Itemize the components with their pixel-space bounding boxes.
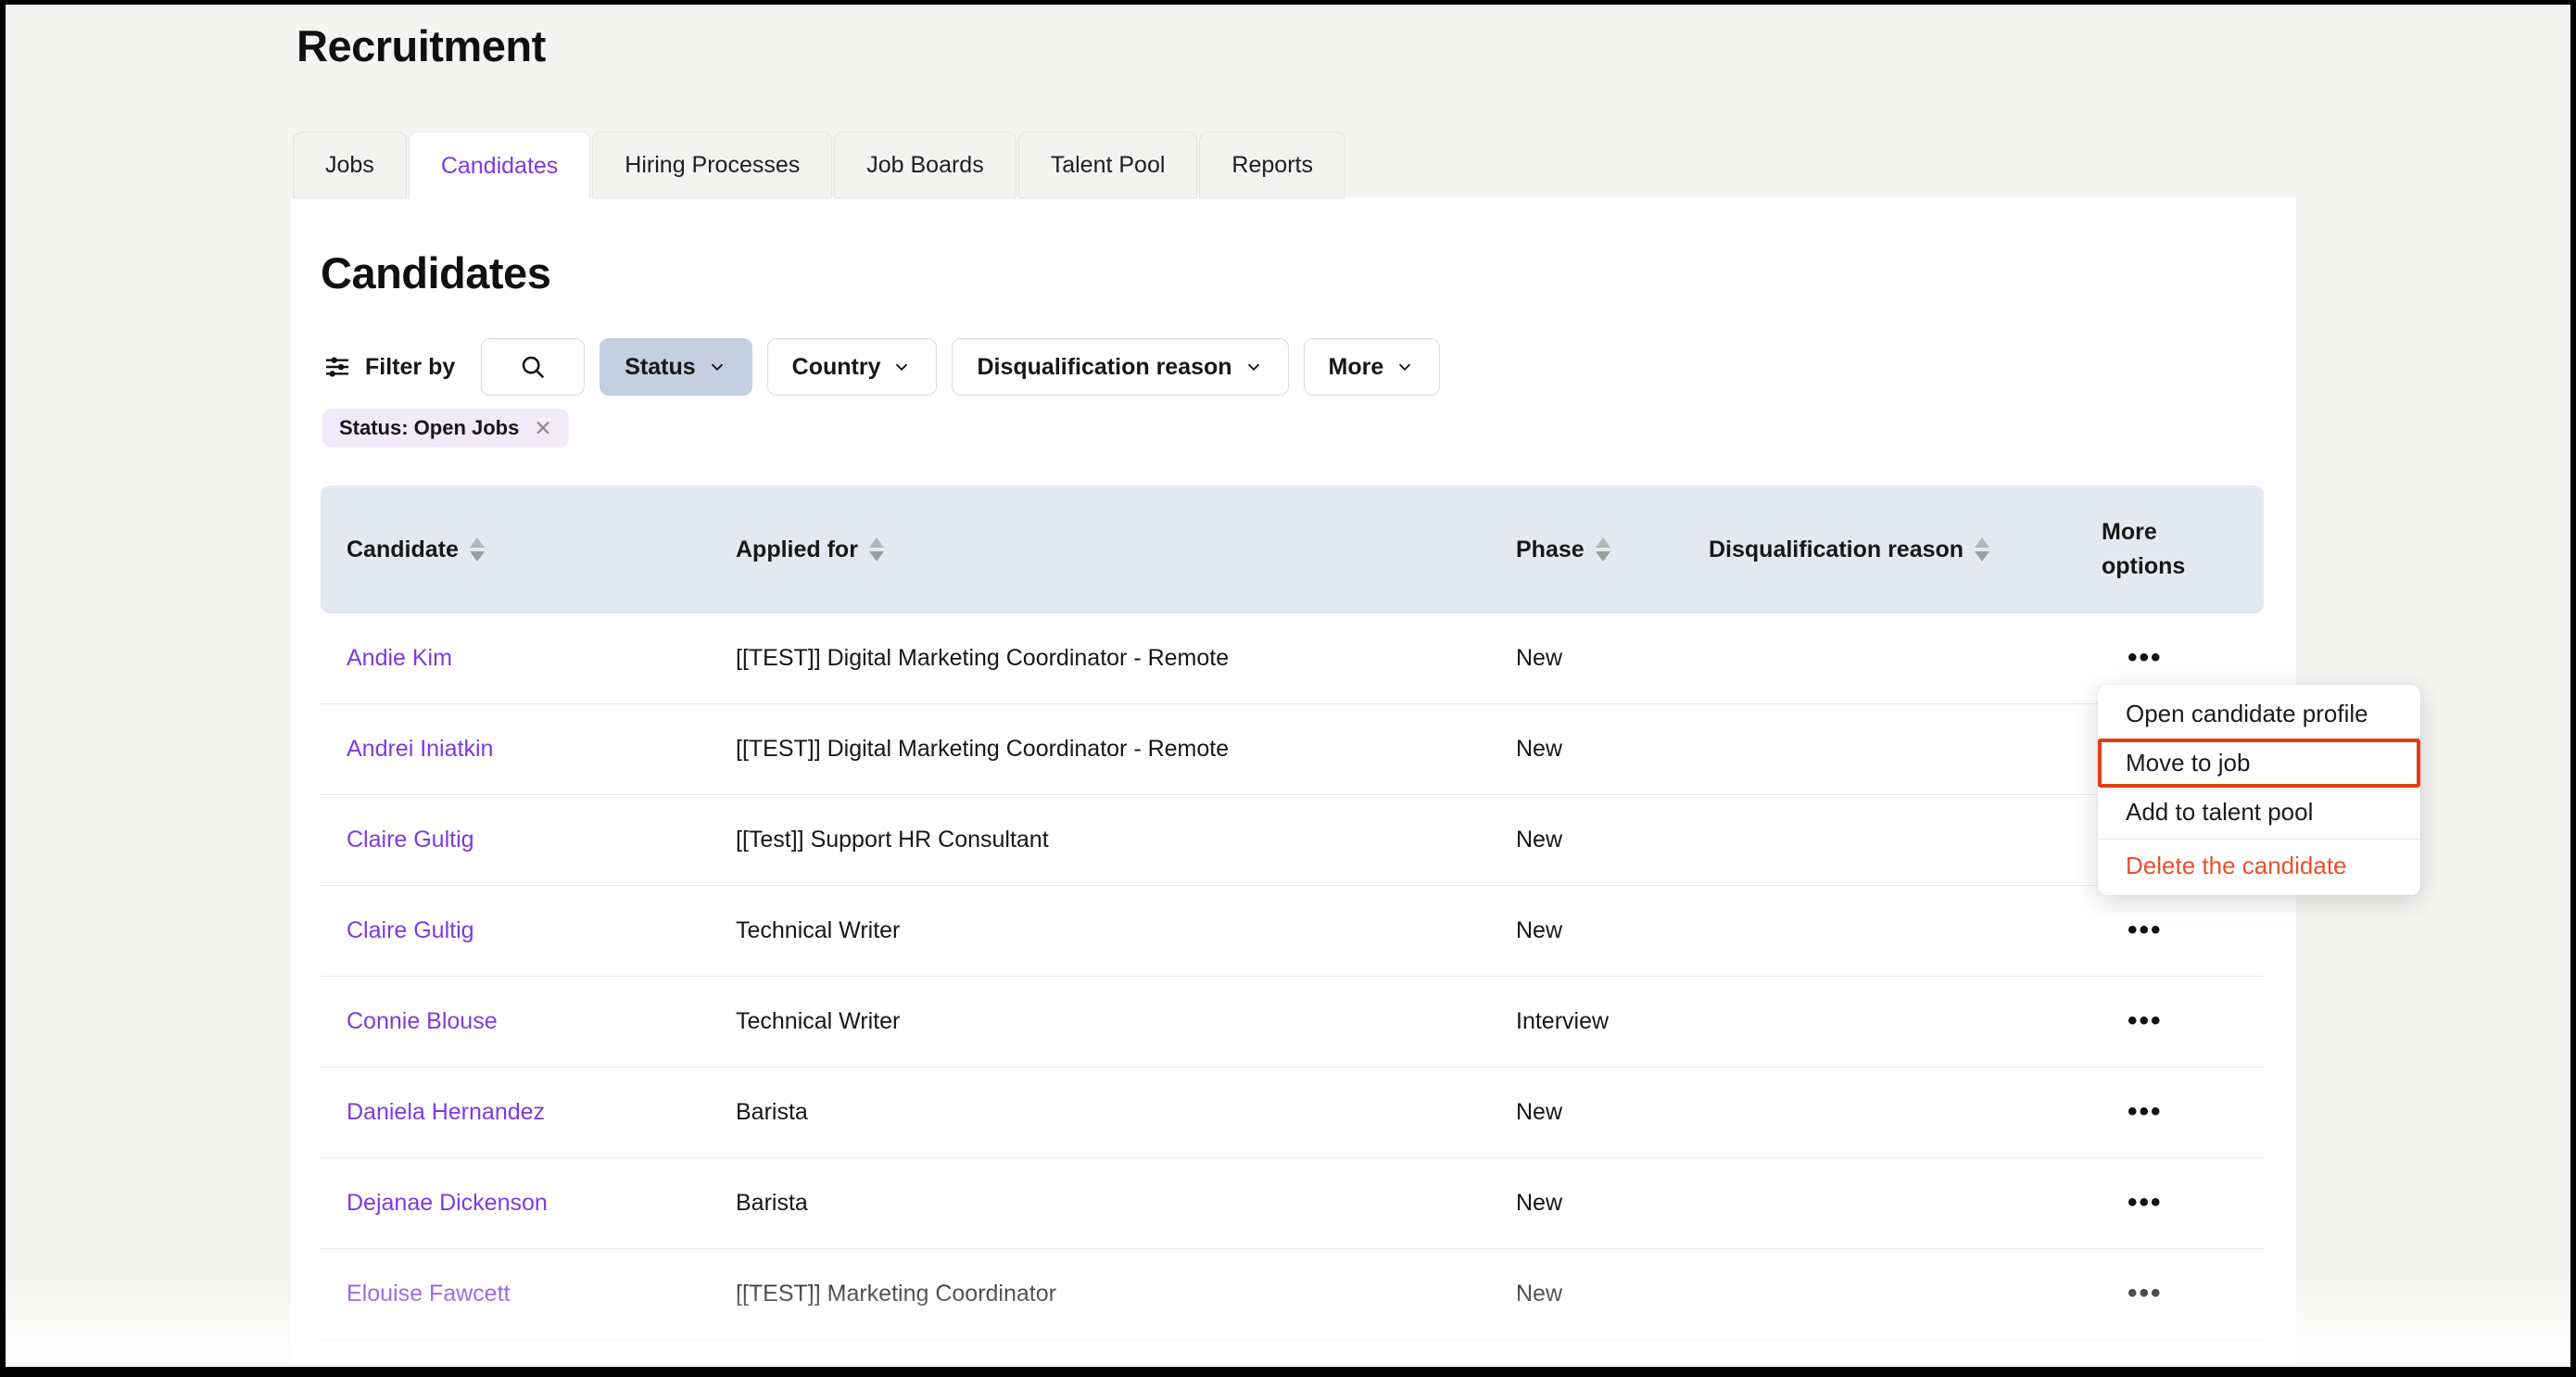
content-panel: Candidates Filter by Status [291,197,2296,1377]
search-button[interactable] [481,338,585,396]
column-label: Candidate [347,537,459,563]
candidate-link[interactable]: Daniela Hernandez [347,1099,545,1125]
phase-cell: Interview [1516,1008,1709,1035]
section-heading: Candidates [321,247,550,298]
active-filters: Status: Open Jobs ✕ [322,409,569,448]
sort-icon[interactable] [869,537,884,562]
more-options-button[interactable]: ••• [2128,1098,2163,1126]
more-options-button[interactable]: ••• [2128,1189,2163,1217]
more-options-button[interactable]: ••• [2128,1280,2163,1308]
filter-status-label: Status [625,354,695,381]
chip-label: Status: Open Jobs [339,416,519,440]
filter-more-button[interactable]: More [1304,338,1441,396]
phase-cell: New [1516,1190,1709,1217]
column-label: Disqualification reason [1709,537,1964,563]
candidate-link[interactable]: Andie Kim [347,645,452,671]
column-header-applied-for[interactable]: Applied for [736,537,1516,563]
more-options-button[interactable]: ••• [2128,1007,2163,1035]
filter-status-button[interactable]: Status [600,338,751,396]
candidate-link[interactable]: Andrei Iniatkin [347,736,493,762]
filter-disqualification-reason-button[interactable]: Disqualification reason [952,338,1288,396]
applied-for-cell: Barista [736,1099,1516,1126]
tab-reports[interactable]: Reports [1199,132,1345,198]
tab-candidates[interactable]: Candidates [409,132,590,199]
page-title: Recruitment [297,20,546,71]
search-icon [519,353,547,381]
applied-for-cell: [[TEST]] Digital Marketing Coordinator -… [736,736,1516,763]
table-row: Claire Gultig [[Test]] Support HR Consul… [321,795,2264,886]
table-header: Candidate Applied for Phase Disqualifica… [321,486,2264,613]
candidate-link[interactable]: Connie Blouse [347,1008,498,1034]
column-label: More options [2102,515,2222,585]
candidate-link[interactable]: Claire Gultig [347,917,474,943]
filter-country-button[interactable]: Country [767,338,938,396]
menu-item-move-to-job[interactable]: Move to job [2098,739,2420,788]
more-options-button[interactable]: ••• [2128,644,2163,672]
table-row: Andrei Iniatkin [[TEST]] Digital Marketi… [321,704,2264,795]
phase-cell: New [1516,1099,1709,1126]
column-label: Phase [1516,537,1585,563]
more-options-button[interactable]: ••• [2128,916,2163,944]
table-row: Dejanae Dickenson Barista New ••• [321,1158,2264,1249]
applied-for-cell: [[Test]] Support HR Consultant [736,827,1516,853]
chevron-down-icon [707,357,727,377]
tab-job-boards[interactable]: Job Boards [834,132,1016,198]
filter-disqualification-reason-label: Disqualification reason [977,354,1231,381]
sort-icon[interactable] [1596,537,1610,562]
filter-country-label: Country [792,354,881,381]
table-row: Connie Blouse Technical Writer Interview… [321,977,2264,1067]
menu-item-delete-the-candidate[interactable]: Delete the candidate [2098,841,2420,891]
candidates-table: Candidate Applied for Phase Disqualifica… [321,486,2264,1340]
filter-more-label: More [1329,354,1384,381]
active-filter-chip[interactable]: Status: Open Jobs ✕ [322,409,569,448]
chevron-down-icon [1244,357,1264,377]
table-row: Claire Gultig Technical Writer New ••• [321,886,2264,977]
applied-for-cell: [[TEST]] Digital Marketing Coordinator -… [736,645,1516,672]
menu-item-open-candidate-profile[interactable]: Open candidate profile [2098,689,2420,739]
column-header-disqualification-reason[interactable]: Disqualification reason [1709,537,2102,563]
menu-divider [2098,839,2420,840]
table-row: Elouise Fawcett [[TEST]] Marketing Coord… [321,1249,2264,1340]
tab-hiring-processes[interactable]: Hiring Processes [592,132,832,198]
filter-by: Filter by [322,352,455,382]
phase-cell: New [1516,645,1709,672]
tab-talent-pool[interactable]: Talent Pool [1018,132,1198,198]
column-label: Applied for [736,537,858,563]
applied-for-cell: [[TEST]] Marketing Coordinator [736,1281,1516,1308]
chevron-down-icon [1395,357,1415,377]
chevron-down-icon [891,357,912,377]
sort-icon[interactable] [470,537,485,562]
close-icon[interactable]: ✕ [534,416,551,441]
phase-cell: New [1516,917,1709,944]
sort-icon[interactable] [1975,537,1989,562]
filter-by-label: Filter by [365,354,455,381]
tab-jobs[interactable]: Jobs [293,132,407,198]
table-row: Andie Kim [[TEST]] Digital Marketing Coo… [321,613,2264,704]
applied-for-cell: Technical Writer [736,917,1516,944]
column-header-more-options: More options [2102,515,2264,585]
table-body: Andie Kim [[TEST]] Digital Marketing Coo… [321,613,2264,1340]
applied-for-cell: Technical Writer [736,1008,1516,1035]
context-menu: Open candidate profile Move to job Add t… [2098,685,2420,895]
filter-toolbar: Filter by Status Country Disqualificatio… [322,338,1440,396]
tab-bar: Jobs Candidates Hiring Processes Job Boa… [293,132,1345,199]
candidate-link[interactable]: Dejanae Dickenson [347,1190,548,1216]
filter-sliders-icon [322,352,352,382]
candidate-link[interactable]: Elouise Fawcett [347,1281,510,1307]
candidate-link[interactable]: Claire Gultig [347,827,474,853]
table-row: Daniela Hernandez Barista New ••• [321,1067,2264,1158]
applied-for-cell: Barista [736,1190,1516,1217]
phase-cell: New [1516,827,1709,853]
phase-cell: New [1516,1281,1709,1308]
menu-item-add-to-talent-pool[interactable]: Add to talent pool [2098,788,2420,837]
column-header-candidate[interactable]: Candidate [321,537,736,563]
column-header-phase[interactable]: Phase [1516,537,1709,563]
phase-cell: New [1516,736,1709,763]
